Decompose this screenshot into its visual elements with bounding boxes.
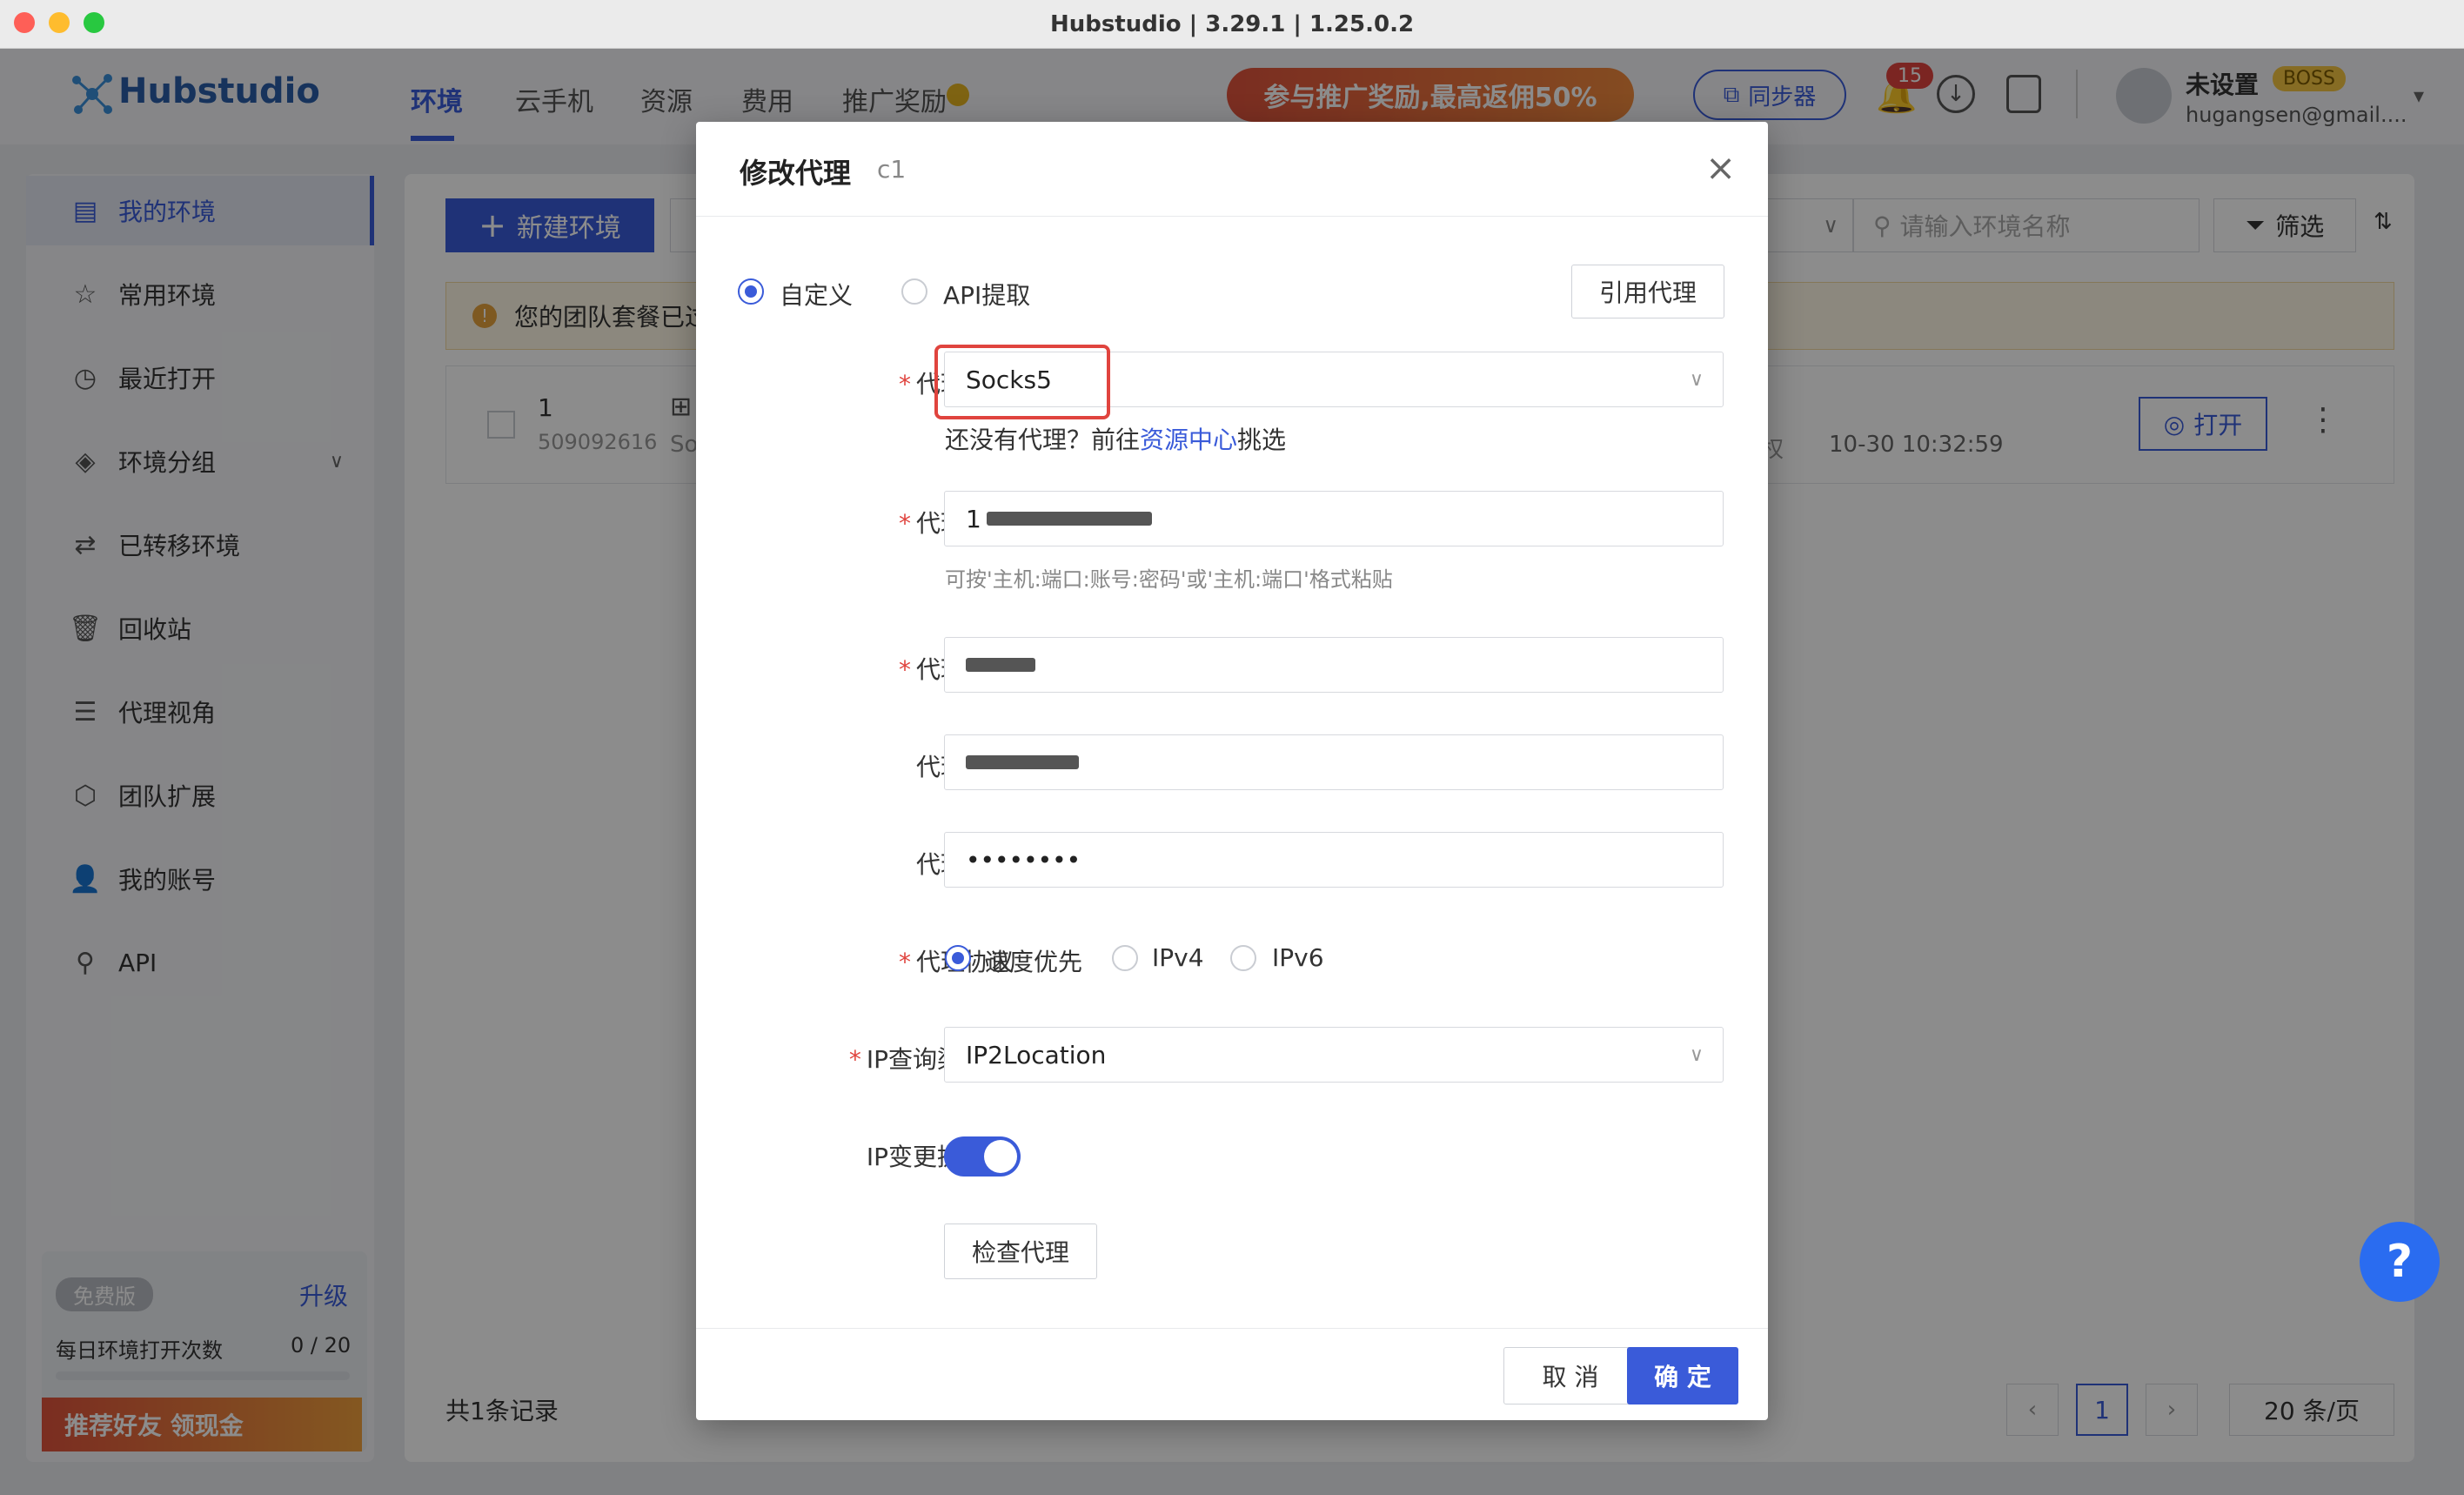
help-button[interactable]: ? (2360, 1222, 2440, 1302)
cancel-button[interactable]: 取 消 (1503, 1347, 1637, 1404)
check-proxy-button[interactable]: 检查代理 (944, 1223, 1097, 1279)
mode-api-radio[interactable] (901, 278, 927, 305)
close-icon[interactable]: × (1705, 146, 1736, 189)
protocol-ipv6-label[interactable]: IPv6 (1272, 943, 1324, 972)
redacted-port (966, 658, 1035, 672)
footer-divider (696, 1328, 1768, 1329)
port-input[interactable] (944, 637, 1724, 693)
ip-change-toggle[interactable] (944, 1136, 1021, 1177)
protocol-speed-radio[interactable] (945, 945, 971, 971)
chevron-down-icon: ∨ (1689, 368, 1704, 391)
dialog-title: 修改代理 (740, 157, 852, 190)
protocol-label: *代理协议 (898, 948, 1014, 976)
window-title: Hubstudio | 3.29.1 | 1.25.0.2 (1049, 11, 1415, 37)
highlight-box (934, 345, 1110, 419)
quote-proxy-button[interactable]: 引用代理 (1571, 265, 1724, 318)
redacted-host (986, 512, 1152, 526)
mode-api-label[interactable]: API提取 (943, 277, 1030, 312)
protocol-speed-label[interactable]: 速度优先 (985, 943, 1082, 978)
header-divider (696, 216, 1768, 217)
question-icon: ? (2386, 1236, 2414, 1288)
ip-channel-select[interactable]: IP2Location ∨ (944, 1027, 1724, 1083)
no-proxy-hint: 还没有代理？前往资源中心挑选 (945, 426, 1287, 454)
edit-proxy-dialog: 修改代理 c1 × 自定义 API提取 引用代理 *代理类型 Socks5∨ 还… (696, 122, 1768, 1420)
host-hint: 可按'主机:端口:账号:密码'或'主机:端口'格式粘贴 (945, 567, 1393, 592)
password-input[interactable]: •••••••• (944, 832, 1724, 888)
toggle-knob (984, 1140, 1017, 1173)
protocol-ipv4-label[interactable]: IPv4 (1152, 943, 1204, 972)
protocol-ipv4-radio[interactable] (1112, 945, 1138, 971)
dialog-subtitle: c1 (877, 155, 907, 184)
mode-custom-label[interactable]: 自定义 (780, 277, 853, 312)
account-input[interactable] (944, 734, 1724, 790)
chevron-down-icon: ∨ (1689, 1043, 1704, 1066)
mode-custom-radio[interactable] (738, 278, 764, 305)
confirm-button[interactable]: 确 定 (1627, 1347, 1738, 1404)
host-input[interactable]: 1 (944, 491, 1724, 546)
redacted-account (966, 755, 1079, 769)
resource-center-link[interactable]: 资源中心 (1140, 426, 1237, 454)
protocol-ipv6-radio[interactable] (1230, 945, 1256, 971)
